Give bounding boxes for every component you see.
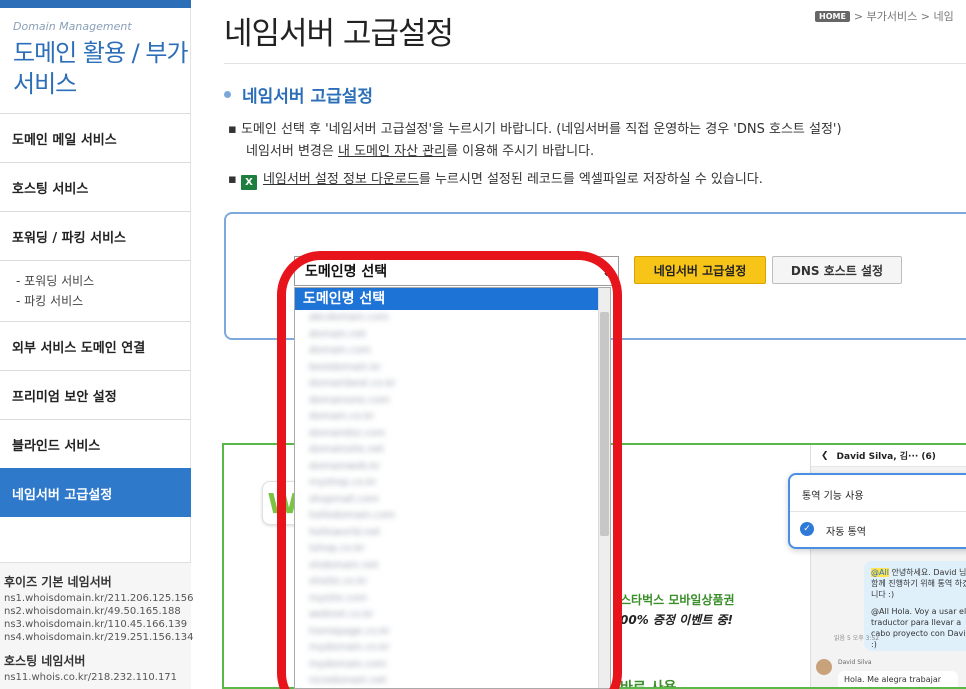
ns-line: ns1.whoisdomain.kr/211.206.125.156 xyxy=(4,593,194,604)
domain-select-value: 도메인명 선택 xyxy=(305,264,388,280)
description-line-2: 네임서버 변경은 내 도메인 자산 관리를 이용해 주시기 바랍니다. xyxy=(246,141,594,163)
dropdown-option[interactable]: myshop.co.kr xyxy=(295,475,600,492)
hosting-ns-heading: 호스팅 네임서버 xyxy=(4,654,86,668)
dropdown-option[interactable]: domainone.com xyxy=(295,393,600,410)
promo-text-3: 바로 사용 xyxy=(620,680,677,689)
dropdown-option[interactable]: homepage.co.kr xyxy=(295,624,600,641)
sidebar-item-external-connect[interactable]: 외부 서비스 도메인 연결 xyxy=(0,321,191,370)
section-title-text: 네임서버 고급설정 xyxy=(242,87,374,107)
scrollbar-thumb[interactable] xyxy=(600,312,609,536)
sidebar-subitems: - 포워딩 서비스 - 파킹 서비스 xyxy=(0,260,191,321)
promo-text-2: 00% 증정 이벤트 중! xyxy=(620,613,733,627)
dropdown-option[interactable]: tshop.co.kr xyxy=(295,541,600,558)
sidebar-subitem-forwarding[interactable]: - 포워딩 서비스 xyxy=(16,271,191,291)
desc3-bullet: ▪ xyxy=(228,172,237,187)
auto-translate-option: 자동 통역 xyxy=(826,527,866,538)
description-line-1: ▪ 도메인 선택 후 '네임서버 고급설정'을 누르시기 바랍니다. (네임서버… xyxy=(228,122,842,137)
nameserver-advanced-button[interactable]: 네임서버 고급설정 xyxy=(634,256,766,284)
domain-select[interactable]: 도메인명 선택 ⌄ xyxy=(294,256,619,286)
nameserver-info-box: 후이즈 기본 네임서버 ns1.whoisdomain.kr/211.206.1… xyxy=(0,562,194,689)
ns-line: ns2.whoisdomain.kr/49.50.165.188 xyxy=(4,606,181,617)
sidebar-item-blind-service[interactable]: 블라인드 서비스 xyxy=(0,419,191,468)
dropdown-option[interactable]: domainweb.kr xyxy=(295,459,600,476)
bullet-dot-icon xyxy=(224,91,231,98)
ns-download-link[interactable]: 네임서버 설정 정보 다운로드 xyxy=(263,172,419,187)
bubble-text-2: @All Hola. Voy a usar el traductor para … xyxy=(871,607,966,649)
domain-dropdown-list[interactable]: 도메인명 선택 abcdomain.com domain.net domain.co… xyxy=(294,287,611,689)
breadcrumb-path: > 부가서비스 > 네임 xyxy=(853,10,954,23)
chat-title: David Silva, 김··· (6) xyxy=(836,452,936,462)
sidebar-title: 도메인 활용 / 부가서비스 xyxy=(13,39,189,98)
chat-bubble: @All 안녕하세요. David 님을 함께 진행하기 위해 통역 하겠습니다… xyxy=(864,561,966,651)
sidebar-top-bar xyxy=(0,0,191,8)
dropdown-option[interactable]: mysite.com xyxy=(295,591,600,608)
excel-icon: X xyxy=(240,175,257,190)
desc2-post: 를 이용해 주시기 바랍니다. xyxy=(446,144,595,159)
avatar xyxy=(816,659,832,675)
breadcrumb: HOME > 부가서비스 > 네임 xyxy=(815,8,954,24)
ns-line: ns11.whois.co.kr/218.232.110.171 xyxy=(4,672,178,683)
back-chevron-icon: ❮ xyxy=(821,450,829,461)
chevron-down-icon: ⌄ xyxy=(601,265,612,279)
sidebar-item-hosting[interactable]: 호스팅 서비스 xyxy=(0,162,191,211)
description-line-3: ▪ X 네임서버 설정 정보 다운로드를 누르시면 설정된 레코드를 엑셀파일로 … xyxy=(228,169,763,191)
dropdown-option[interactable]: domain.co.kr xyxy=(295,409,600,426)
translation-card: 통역 기능 사용 ✓ 자동 통역 xyxy=(788,473,966,549)
ns-heading: 후이즈 기본 네임서버 xyxy=(4,575,112,589)
sidebar-item-mail[interactable]: 도메인 메일 서비스 xyxy=(0,113,191,162)
check-icon: ✓ xyxy=(800,522,814,536)
dropdown-scrollbar[interactable] xyxy=(598,288,610,688)
desc2-text: 네임서버 변경은 xyxy=(246,144,338,159)
dropdown-option[interactable]: bestdomain.kr xyxy=(295,360,600,377)
dropdown-option[interactable]: domainbest.co.kr xyxy=(295,376,600,393)
dropdown-option[interactable]: mydomain.co.kr xyxy=(295,640,600,657)
dropdown-option[interactable]: ohsite.co.kr xyxy=(295,574,600,591)
home-icon[interactable]: HOME xyxy=(815,10,850,22)
mention-tag: @All xyxy=(871,568,889,577)
dropdown-option[interactable]: domainbiz.com xyxy=(295,426,600,443)
sidebar-menu: 도메인 메일 서비스 호스팅 서비스 포워딩 / 파킹 서비스 - 포워딩 서비… xyxy=(0,113,191,517)
sidebar-item-nameserver-advanced[interactable]: 네임서버 고급설정 xyxy=(0,468,191,517)
dropdown-option[interactable]: webnet.co.kr xyxy=(295,607,600,624)
reply-author: David Silva xyxy=(838,659,872,666)
dropdown-option[interactable]: shopmall.com xyxy=(295,492,600,509)
reply-bubble: Hola. Me alegra trabajar xyxy=(838,671,958,687)
translation-option: 통역 기능 사용 xyxy=(802,491,864,502)
chat-header: ❮ David Silva, 김··· (6) xyxy=(811,445,966,467)
bubble-time: 읽음 5 오후 3:52 xyxy=(834,635,880,642)
dropdown-option[interactable]: domain.net xyxy=(295,327,600,344)
dropdown-option[interactable]: mydomain.com xyxy=(295,657,600,674)
dropdown-options: abcdomain.com domain.net domain.com bestdom… xyxy=(295,310,610,688)
dropdown-option[interactable]: abcdomain.com xyxy=(295,310,600,327)
sidebar-item-forwarding-parking[interactable]: 포워딩 / 파킹 서비스 xyxy=(0,211,191,260)
ns-line: ns3.whoisdomain.kr/110.45.166.139 xyxy=(4,619,188,630)
sidebar-subitem-parking[interactable]: - 파킹 서비스 xyxy=(16,291,191,311)
dropdown-option[interactable]: hellodomain.com xyxy=(295,508,600,525)
card-divider xyxy=(790,511,966,512)
dns-host-setting-button[interactable]: DNS 호스트 설정 xyxy=(772,256,902,284)
section-title: 네임서버 고급설정 xyxy=(224,82,373,107)
dropdown-option[interactable]: helloworld.net xyxy=(295,525,600,542)
ns-line: ns4.whoisdomain.kr/219.251.156.134 xyxy=(4,632,194,643)
sidebar: Domain Management 도메인 활용 / 부가서비스 도메인 메일 … xyxy=(0,0,194,689)
sidebar-item-premium-security[interactable]: 프리미엄 보안 설정 xyxy=(0,370,191,419)
desc3-post: 를 누르시면 설정된 레코드를 엑셀파일로 저장하실 수 있습니다. xyxy=(418,172,763,187)
promo-text-1: 스타벅스 모바일상품권 xyxy=(620,593,735,607)
dropdown-option[interactable]: ohdomain.net xyxy=(295,558,600,575)
dropdown-option-selected[interactable]: 도메인명 선택 xyxy=(295,288,600,310)
page-title: 네임서버 고급설정 xyxy=(224,16,454,52)
sidebar-subtitle: Domain Management xyxy=(13,20,132,33)
dropdown-option[interactable]: domain.com xyxy=(295,343,600,360)
header-divider xyxy=(224,63,966,64)
dropdown-option[interactable]: nicedomain.net xyxy=(295,673,600,688)
dropdown-option[interactable]: domainsite.net xyxy=(295,442,600,459)
my-domain-assets-link[interactable]: 내 도메인 자산 관리 xyxy=(338,144,446,159)
